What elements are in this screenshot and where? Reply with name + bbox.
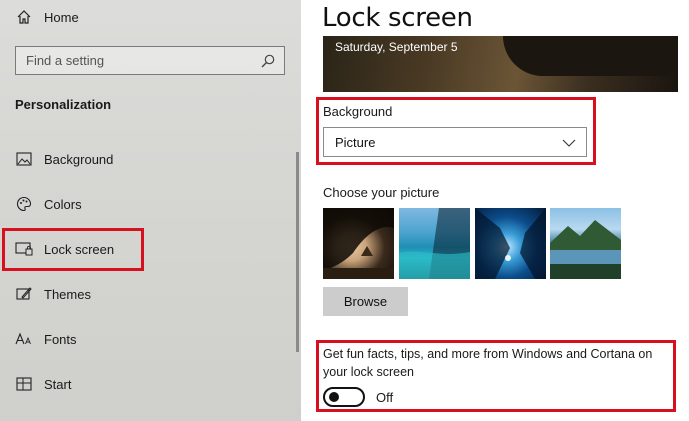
fun-facts-toggle-state: Off xyxy=(376,390,394,405)
lock-screen-highlight xyxy=(2,228,144,271)
sidebar-item-home[interactable]: Home xyxy=(0,0,296,37)
search-placeholder: Find a setting xyxy=(26,53,105,68)
background-dropdown[interactable]: Picture xyxy=(323,127,587,157)
sidebar-item-colors[interactable]: Colors xyxy=(0,184,296,224)
section-heading: Personalization xyxy=(15,97,112,112)
sidebar-item-start[interactable]: Start xyxy=(0,364,296,404)
page-title: Lock screen xyxy=(322,3,473,33)
background-dropdown-value: Picture xyxy=(335,134,376,150)
fun-facts-toggle[interactable] xyxy=(323,387,365,407)
search-input[interactable]: Find a setting xyxy=(15,46,285,75)
chevron-down-icon xyxy=(562,136,576,150)
toggle-knob xyxy=(329,392,339,402)
themes-icon xyxy=(15,285,33,303)
picture-thumbnail-ice-cave[interactable] xyxy=(475,208,546,279)
sidebar: Home Find a setting Personalization Back… xyxy=(0,0,301,421)
main-content: Lock screen Saturday, September 5 Backgr… xyxy=(301,0,689,421)
picture-thumbnail-cave[interactable] xyxy=(323,208,394,279)
search-icon xyxy=(260,53,276,69)
fun-facts-label: Get fun facts, tips, and more from Windo… xyxy=(323,347,653,379)
sidebar-item-label: Background xyxy=(44,151,114,167)
choose-picture-label: Choose your picture xyxy=(323,185,440,200)
sidebar-item-themes[interactable]: Themes xyxy=(0,274,296,314)
lock-screen-preview: Saturday, September 5 xyxy=(323,36,678,92)
home-icon xyxy=(15,8,33,26)
picture-thumbnail-beach[interactable] xyxy=(399,208,470,279)
picture-icon xyxy=(15,150,33,168)
sidebar-item-label: Themes xyxy=(44,286,91,302)
preview-date: Saturday, September 5 xyxy=(335,40,458,54)
sidebar-item-label: Colors xyxy=(44,196,82,212)
browse-button[interactable]: Browse xyxy=(323,287,408,316)
sidebar-item-label: Home xyxy=(44,9,79,25)
fonts-icon xyxy=(15,330,33,348)
picture-thumbnail-lake[interactable] xyxy=(550,208,621,279)
background-label: Background xyxy=(323,104,393,119)
sidebar-scrollbar[interactable] xyxy=(296,152,299,352)
sidebar-item-background[interactable]: Background xyxy=(0,139,296,179)
sidebar-item-label: Fonts xyxy=(44,331,77,347)
sidebar-item-fonts[interactable]: Fonts xyxy=(0,319,296,359)
start-icon xyxy=(15,375,33,393)
preview-rock-shape xyxy=(503,36,678,76)
palette-icon xyxy=(15,195,33,213)
sidebar-item-label: Start xyxy=(44,376,72,392)
